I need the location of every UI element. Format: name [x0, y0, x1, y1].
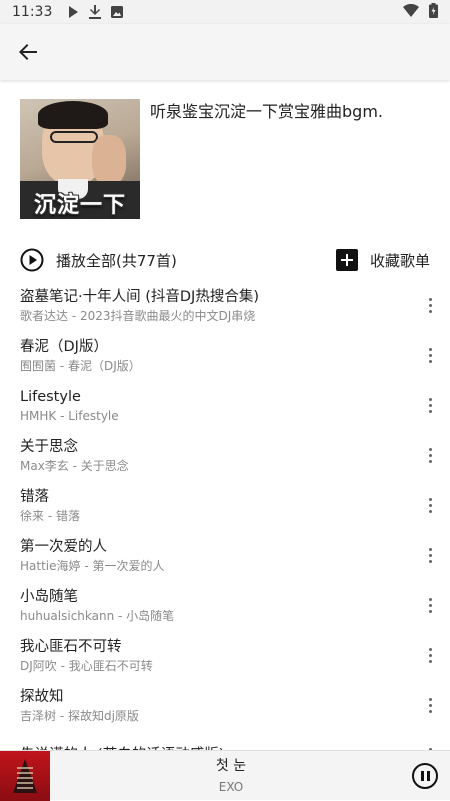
song-subtitle: huhualsichkann - 小岛随笔 — [20, 608, 175, 623]
more-options-icon[interactable] — [410, 385, 450, 425]
more-options-icon[interactable] — [410, 285, 450, 325]
song-title: 小岛随笔 — [20, 588, 78, 605]
song-row[interactable]: 探故知吉泽树 - 探故知dj原版 — [0, 680, 450, 730]
song-title: 春泥（DJ版） — [20, 338, 108, 355]
song-list: 盗墓笔记·十年人间 (抖音DJ热搜合集) 歌者达达 - 2023抖音歌曲最火的中文… — [0, 280, 450, 780]
song-subtitle: Hattie海婷 - 第一次爱的人 — [20, 558, 165, 573]
more-options-icon[interactable] — [410, 585, 450, 625]
song-subtitle: HMHK - Lifestyle — [20, 408, 119, 423]
more-options-icon[interactable] — [410, 685, 450, 725]
playlist-controls: 播放全部(共77首) 收藏歌单 — [20, 244, 430, 276]
playlist-header: 沉淀一下 听泉鉴宝沉淀一下赏宝雅曲bgm. — [20, 99, 440, 221]
download-icon — [88, 5, 102, 19]
mini-player[interactable]: 첫 눈 EXO — [0, 750, 450, 801]
song-title: 错落 — [20, 488, 49, 505]
collect-playlist-button[interactable]: 收藏歌单 — [335, 249, 430, 271]
play-notification-icon — [66, 5, 80, 19]
song-row[interactable]: 第一次爱的人 Hattie海婷 - 第一次爱的人 — [0, 530, 450, 580]
photo-notification-icon — [110, 5, 124, 19]
play-all-label: 播放全部(共77首) — [56, 251, 177, 270]
song-title: 第一次爱的人 — [20, 538, 107, 555]
song-row[interactable]: 盗墓笔记·十年人间 (抖音DJ热搜合集) 歌者达达 - 2023抖音歌曲最火的中文… — [0, 280, 450, 330]
play-circle-icon — [20, 248, 44, 272]
song-subtitle: 徐来 - 错落 — [20, 508, 80, 523]
now-playing-song: 첫 눈 — [215, 757, 247, 774]
more-options-icon[interactable] — [410, 485, 450, 525]
playlist-cover-image: 沉淀一下 — [20, 99, 140, 219]
play-all-button[interactable]: 播放全部(共77首) — [20, 248, 177, 272]
song-title: Lifestyle — [20, 388, 81, 405]
battery-icon — [429, 2, 438, 22]
song-subtitle: 囿囿菌 - 春泥（DJ版） — [20, 358, 141, 373]
song-title: 盗墓笔记·十年人间 (抖音DJ热搜合集) — [20, 288, 259, 305]
status-time: 11:33 — [12, 4, 53, 20]
song-row[interactable]: 关于思念 Max李玄 - 关于思念 — [0, 430, 450, 480]
add-box-icon — [335, 249, 358, 271]
song-subtitle: 歌者达达 - 2023抖音歌曲最火的中文DJ串烧 — [20, 308, 256, 323]
song-row[interactable]: Lifestyle HMHK - Lifestyle — [0, 380, 450, 430]
song-row[interactable]: 我心匪石不可转 DJ阿吹 - 我心匪石不可转 — [0, 630, 450, 680]
more-options-icon[interactable] — [410, 335, 450, 375]
now-playing-artist: EXO — [218, 779, 244, 794]
playlist-title: 听泉鉴宝沉淀一下赏宝雅曲bgm. — [150, 102, 383, 121]
now-playing-cover-image — [0, 750, 50, 801]
collect-playlist-label: 收藏歌单 — [369, 251, 430, 270]
song-title: 关于思念 — [20, 438, 78, 455]
cover-caption: 沉淀一下 — [34, 193, 127, 218]
song-row[interactable]: 小岛随笔 huhualsichkann - 小岛随笔 — [0, 580, 450, 630]
wifi-icon — [403, 3, 419, 21]
now-playing-info[interactable]: 첫 눈 EXO — [50, 757, 412, 795]
more-options-icon[interactable] — [410, 435, 450, 475]
song-row[interactable]: 错落徐来 - 错落 — [0, 480, 450, 530]
app-bar — [0, 24, 450, 80]
song-subtitle: Max李玄 - 关于思念 — [20, 458, 129, 473]
song-title: 探故知 — [20, 688, 64, 705]
more-options-icon[interactable] — [410, 635, 450, 675]
song-subtitle: DJ阿吹 - 我心匪石不可转 — [20, 658, 153, 673]
status-bar: 11:33 — [0, 0, 450, 24]
song-subtitle: 吉泽树 - 探故知dj原版 — [20, 708, 139, 723]
song-title: 我心匪石不可转 — [20, 638, 122, 655]
back-arrow-icon[interactable] — [16, 40, 40, 64]
song-row[interactable]: 春泥（DJ版） 囿囿菌 - 春泥（DJ版） — [0, 330, 450, 380]
pause-icon[interactable] — [412, 762, 438, 789]
more-options-icon[interactable] — [410, 535, 450, 575]
